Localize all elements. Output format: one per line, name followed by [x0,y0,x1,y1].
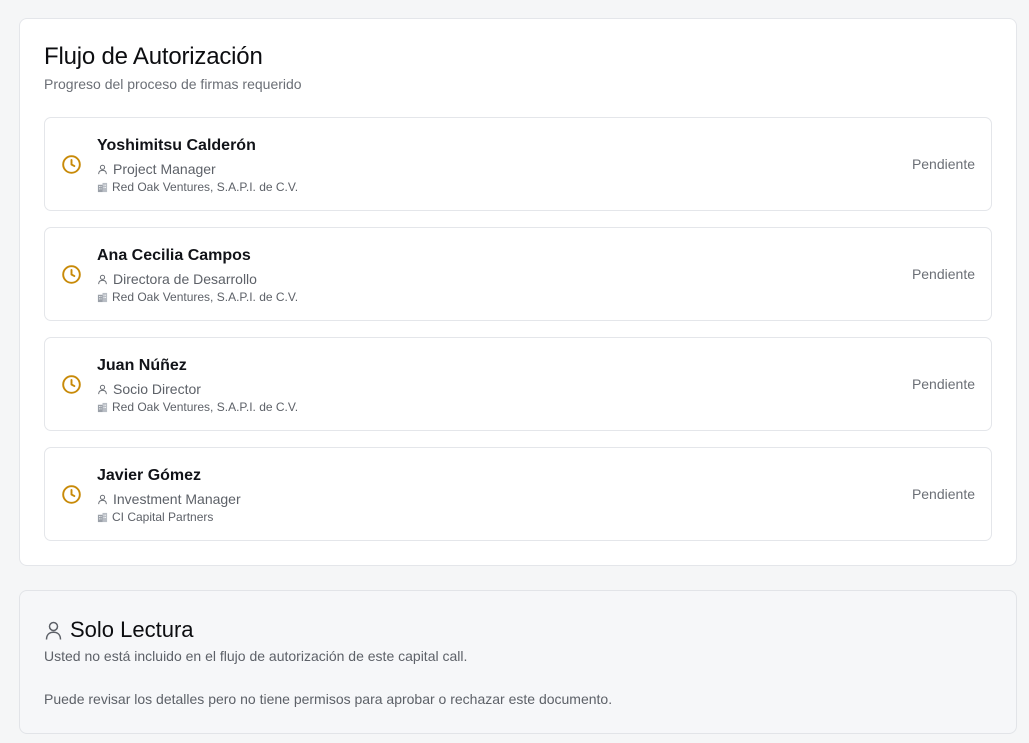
status-badge: Pendiente [911,486,975,502]
status-badge: Pendiente [911,376,975,392]
signer-company: CI Capital Partners [97,510,213,524]
section-title: Flujo de Autorización [44,43,263,70]
signer-role-label: Socio Director [113,381,201,397]
clock-icon [62,155,81,174]
signer-role: Project Manager [97,161,216,177]
building-icon [97,292,108,302]
signer-name: Ana Cecilia Campos [97,247,251,264]
signer-role: Socio Director [97,381,201,397]
user-icon [45,621,62,640]
user-icon [98,164,107,174]
read-only-title: Solo Lectura [70,617,194,642]
signer-company-label: Red Oak Ventures, S.A.P.I. de C.V. [112,400,299,414]
status-badge: Pendiente [911,266,975,282]
user-icon [98,274,107,284]
read-only-permissions-note: Puede revisar los detalles pero no tiene… [44,691,613,707]
signer-card: Juan Núñez Socio Director Red Oak Ventur… [44,337,992,431]
clock-icon [62,265,81,284]
user-icon [98,494,107,504]
signer-name: Yoshimitsu Calderón [97,137,256,154]
status-badge: Pendiente [911,156,975,172]
signer-name: Javier Gómez [97,467,202,484]
signer-card: Yoshimitsu Calderón Project Manager Red … [44,117,992,211]
signer-company: Red Oak Ventures, S.A.P.I. de C.V. [97,290,298,304]
authorization-flow-card: Flujo de Autorización Progreso del proce… [19,18,1017,566]
signer-company: Red Oak Ventures, S.A.P.I. de C.V. [97,400,298,414]
signer-role: Investment Manager [97,491,241,507]
read-only-header: Solo Lectura [45,617,194,643]
signer-company: Red Oak Ventures, S.A.P.I. de C.V. [97,180,298,194]
signer-company-label: Red Oak Ventures, S.A.P.I. de C.V. [112,290,299,304]
building-icon [97,402,108,412]
signer-company-label: Red Oak Ventures, S.A.P.I. de C.V. [112,180,299,194]
building-icon [97,512,108,522]
read-only-message: Usted no está incluido en el flujo de au… [44,648,468,664]
clock-icon [62,485,81,504]
signer-role: Directora de Desarrollo [97,271,257,287]
signer-role-label: Directora de Desarrollo [113,271,257,287]
clock-icon [62,375,81,394]
signer-name: Juan Núñez [97,357,187,374]
signer-role-label: Investment Manager [113,491,241,507]
signer-card: Ana Cecilia Campos Directora de Desarrol… [44,227,992,321]
building-icon [97,182,108,192]
signer-role-label: Project Manager [113,161,216,177]
section-subtitle: Progreso del proceso de firmas requerido [44,76,302,92]
read-only-panel: Solo Lectura Usted no está incluido en e… [19,590,1017,734]
user-icon [98,384,107,394]
signer-company-label: CI Capital Partners [112,510,214,524]
signer-card: Javier Gómez Investment Manager CI Capit… [44,447,992,541]
